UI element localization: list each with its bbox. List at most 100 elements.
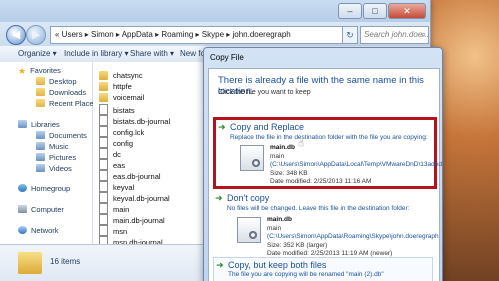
file-list-item[interactable]: main — [99, 203, 129, 214]
keep-both-desc: The file you are copying will be renamed… — [228, 271, 384, 278]
file-list-item[interactable]: main.db-journal — [99, 214, 165, 225]
nav-pictures[interactable]: Pictures — [36, 153, 76, 162]
source-file-title: main — [270, 152, 285, 160]
file-name: main — [113, 205, 130, 214]
dialog-subheading: Click the file you want to keep — [218, 89, 311, 96]
source-file-size: Size: 348 KB — [270, 169, 308, 177]
file-icon — [99, 137, 108, 148]
homegroup-icon — [18, 184, 27, 192]
search-input[interactable]: Search john.doe... ⌕ — [360, 26, 429, 44]
file-list-item[interactable]: dc — [99, 148, 121, 159]
search-placeholder: Search john.doe... — [364, 30, 429, 39]
db-file-icon — [237, 217, 261, 243]
nav-libraries[interactable]: Libraries — [18, 120, 60, 129]
file-icon — [99, 115, 108, 126]
nav-libraries-label: Libraries — [31, 120, 60, 129]
nav-network[interactable]: Network — [18, 226, 59, 235]
file-name: msn — [113, 227, 128, 236]
file-list-item[interactable]: bistats — [99, 104, 135, 115]
source-file-details: main.db main (C:\Users\Simon\AppData\Loc… — [270, 144, 442, 187]
green-arrow-icon: ➜ — [218, 122, 226, 132]
destination-file-name: main.db — [267, 216, 292, 223]
back-arrow-icon[interactable]: ◀ — [6, 25, 26, 45]
nav-documents[interactable]: Documents — [36, 131, 87, 140]
destination-file-size: Size: 352 KB (larger) — [267, 241, 328, 249]
file-icon — [99, 104, 108, 115]
music-icon — [36, 142, 45, 150]
file-icon — [99, 148, 108, 159]
destination-file-path: (C:\Users\Simon\AppData\Roaming\Skype\jo… — [267, 233, 439, 240]
copy-and-replace-desc: Replace the file in the destination fold… — [230, 134, 428, 141]
file-name: eas.db-journal — [113, 172, 161, 181]
nav-network-label: Network — [31, 226, 59, 235]
item-count: 16 items — [50, 257, 81, 266]
close-button[interactable]: ✕ — [388, 3, 426, 19]
destination-file-title: main — [267, 224, 282, 232]
keep-both-title: Copy, but keep both files — [228, 260, 327, 270]
organize-menu[interactable]: Organize ▾ — [18, 46, 57, 62]
dont-copy-title: Don't copy — [227, 193, 270, 203]
file-list-item[interactable]: httpfe — [99, 82, 132, 91]
computer-icon — [18, 205, 27, 213]
file-list-item[interactable]: keyval.db-journal — [99, 192, 170, 203]
maximize-button[interactable]: □ — [363, 3, 387, 19]
share-with-menu[interactable]: Share with ▾ — [130, 46, 174, 62]
green-arrow-icon: ➜ — [215, 193, 223, 203]
nav-videos[interactable]: Videos — [36, 164, 72, 173]
nav-music-label: Music — [49, 142, 69, 151]
db-file-icon — [240, 145, 264, 171]
include-in-library-menu[interactable]: Include in library ▾ — [64, 46, 129, 62]
source-file-name: main.db — [270, 144, 295, 151]
folder-icon — [18, 252, 42, 274]
nav-homegroup-label: Homegroup — [31, 184, 71, 193]
nav-homegroup[interactable]: Homegroup — [18, 184, 70, 193]
forward-arrow-icon[interactable]: ▶ — [26, 25, 46, 45]
navigation-pane: ★ Favorites Desktop Downloads Recent Plac… — [0, 62, 97, 244]
nav-recent-label: Recent Places — [49, 99, 98, 108]
file-list-item[interactable]: config — [99, 137, 133, 148]
file-list-item[interactable]: eas — [99, 159, 125, 170]
folder-icon — [99, 71, 108, 80]
libraries-icon — [18, 120, 27, 128]
nav-computer[interactable]: Computer — [18, 205, 64, 214]
nav-pictures-label: Pictures — [49, 153, 77, 162]
nav-downloads[interactable]: Downloads — [36, 88, 86, 97]
recent-places-icon — [36, 99, 45, 107]
file-icon — [99, 126, 108, 137]
hand-cursor-icon: ☝ — [298, 138, 305, 149]
copy-and-replace-option[interactable]: ➜ Copy and Replace Replace the file in t… — [213, 117, 442, 189]
copy-and-replace-title: Copy and Replace — [230, 122, 305, 132]
file-list-item[interactable]: bistats.db-journal — [99, 115, 170, 126]
search-icon[interactable]: ⌕ — [422, 27, 426, 43]
address-bar[interactable]: « Users ▸ Simon ▸ AppData ▸ Roaming ▸ Sk… — [50, 26, 346, 44]
nav-recent-places[interactable]: Recent Places — [36, 99, 97, 108]
nav-favorites[interactable]: ★ Favorites — [18, 66, 61, 76]
nav-music[interactable]: Music — [36, 142, 69, 151]
green-arrow-icon: ➜ — [216, 260, 224, 270]
star-icon: ★ — [18, 66, 27, 76]
dont-copy-option[interactable]: ➜ Don't copy No files will be changed. L… — [213, 191, 439, 257]
caption-buttons: – □ ✕ — [338, 3, 426, 19]
nav-computer-label: Computer — [31, 205, 64, 214]
file-list-item[interactable]: eas.db-journal — [99, 170, 161, 181]
file-name: bistats — [113, 106, 135, 115]
pictures-icon — [36, 153, 45, 161]
file-list-item[interactable]: chatsync — [99, 71, 143, 80]
refresh-icon[interactable]: ↻ — [342, 26, 358, 44]
nav-desktop[interactable]: Desktop — [36, 77, 77, 86]
file-name: config — [113, 139, 134, 148]
minimize-button[interactable]: – — [338, 3, 362, 19]
folder-icon — [99, 93, 108, 102]
downloads-icon — [36, 88, 45, 96]
source-file-path: (C:\Users\Simon\AppData\Local\Temp\VMwar… — [270, 161, 442, 168]
file-list-item[interactable]: voicemail — [99, 93, 144, 102]
file-name: eas — [113, 161, 126, 170]
file-icon — [99, 214, 108, 225]
file-list-item[interactable]: keyval — [99, 181, 134, 192]
file-name: keyval.db-journal — [113, 194, 170, 203]
file-list-item[interactable]: config.lck — [99, 126, 144, 137]
file-list-item[interactable]: msn — [99, 225, 127, 236]
dialog-title: Copy File — [210, 53, 244, 62]
address-row: ◀ ▶ « Users ▸ Simon ▸ AppData ▸ Roaming … — [0, 22, 430, 46]
keep-both-option[interactable]: ➜ Copy, but keep both files The file you… — [213, 257, 433, 281]
